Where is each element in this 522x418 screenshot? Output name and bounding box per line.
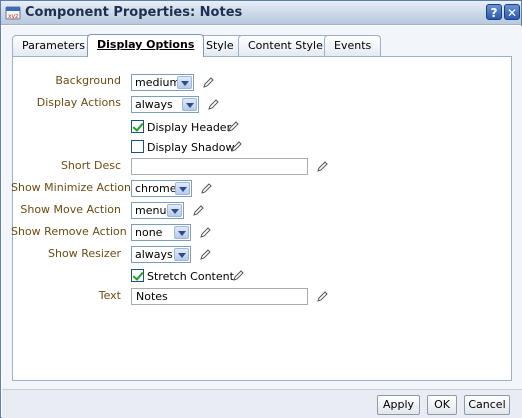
chevron-down-icon (174, 226, 189, 239)
background-label: Background (55, 74, 121, 87)
tab-display-options[interactable]: Display Options (87, 34, 205, 57)
pencil-icon[interactable] (317, 161, 328, 172)
chevron-down-icon (177, 76, 192, 89)
background-value: medium (135, 76, 181, 89)
cancel-button[interactable]: Cancel (464, 395, 510, 415)
chevron-down-icon (175, 182, 190, 195)
show-resizer-value: always (135, 248, 173, 261)
background-select[interactable]: medium (131, 74, 194, 91)
show-minimize-value: chrome (135, 182, 177, 195)
dialog-title: Component Properties: Notes (25, 5, 243, 20)
pencil-icon[interactable] (233, 270, 244, 281)
pencil-icon[interactable] (228, 121, 239, 132)
pencil-icon[interactable] (200, 227, 211, 238)
display-header-label: Display Header (147, 121, 232, 134)
pencil-icon[interactable] (203, 77, 214, 88)
svg-text:xyz: xyz (8, 13, 18, 20)
show-move-select[interactable]: menu (131, 202, 184, 219)
help-button[interactable]: ? (486, 4, 502, 20)
pencil-icon[interactable] (200, 249, 211, 260)
stretch-content-label: Stretch Content (147, 270, 234, 283)
display-header-checkbox[interactable] (131, 120, 144, 133)
pencil-icon[interactable] (231, 141, 242, 152)
show-remove-value: none (135, 226, 163, 239)
display-shadow-checkbox[interactable] (131, 140, 144, 153)
dialog-footer: Apply OK Cancel (2, 389, 522, 418)
apply-button[interactable]: Apply (377, 395, 420, 415)
show-move-label: Show Move Action (20, 203, 121, 216)
text-label: Text (98, 289, 121, 302)
title-bar[interactable]: xyz Component Properties: Notes ? ✕ (1, 1, 521, 25)
tab-display-options-label: Display Options (97, 38, 195, 51)
tab-parameters[interactable]: Parameters (12, 35, 95, 56)
chevron-down-icon (174, 248, 189, 261)
pencil-icon[interactable] (317, 291, 328, 302)
show-remove-select[interactable]: none (131, 224, 191, 241)
show-resizer-label: Show Resizer (48, 247, 121, 260)
display-actions-select[interactable]: always (131, 96, 199, 113)
tab-area: Parameters Display Options Style Content… (2, 26, 522, 389)
pencil-icon[interactable] (201, 183, 212, 194)
pencil-icon[interactable] (193, 205, 204, 216)
chevron-down-icon (182, 98, 197, 111)
show-move-value: menu (135, 204, 167, 217)
close-button[interactable]: ✕ (504, 4, 520, 20)
short-desc-label: Short Desc (60, 159, 121, 172)
tab-content-style[interactable]: Content Style (238, 35, 333, 56)
chevron-down-icon (167, 204, 182, 217)
show-remove-label: Show Remove Action (11, 225, 127, 238)
display-actions-value: always (135, 98, 173, 111)
show-resizer-select[interactable]: always (131, 246, 191, 263)
pencil-icon[interactable] (208, 99, 219, 110)
text-input[interactable]: Notes (131, 288, 308, 305)
component-icon: xyz (5, 6, 21, 20)
ok-button[interactable]: OK (427, 395, 457, 415)
display-actions-label: Display Actions (36, 96, 121, 109)
tab-events[interactable]: Events (324, 35, 382, 56)
show-minimize-select[interactable]: chrome (131, 180, 192, 197)
stretch-content-checkbox[interactable] (131, 269, 144, 282)
show-minimize-label: Show Minimize Action (11, 181, 132, 194)
display-options-panel: Background medium Display Actions always… (11, 56, 512, 381)
component-properties-dialog: xyz Component Properties: Notes ? ✕ Para… (0, 0, 522, 418)
short-desc-input[interactable] (131, 158, 308, 175)
display-shadow-label: Display Shadow (147, 141, 235, 154)
